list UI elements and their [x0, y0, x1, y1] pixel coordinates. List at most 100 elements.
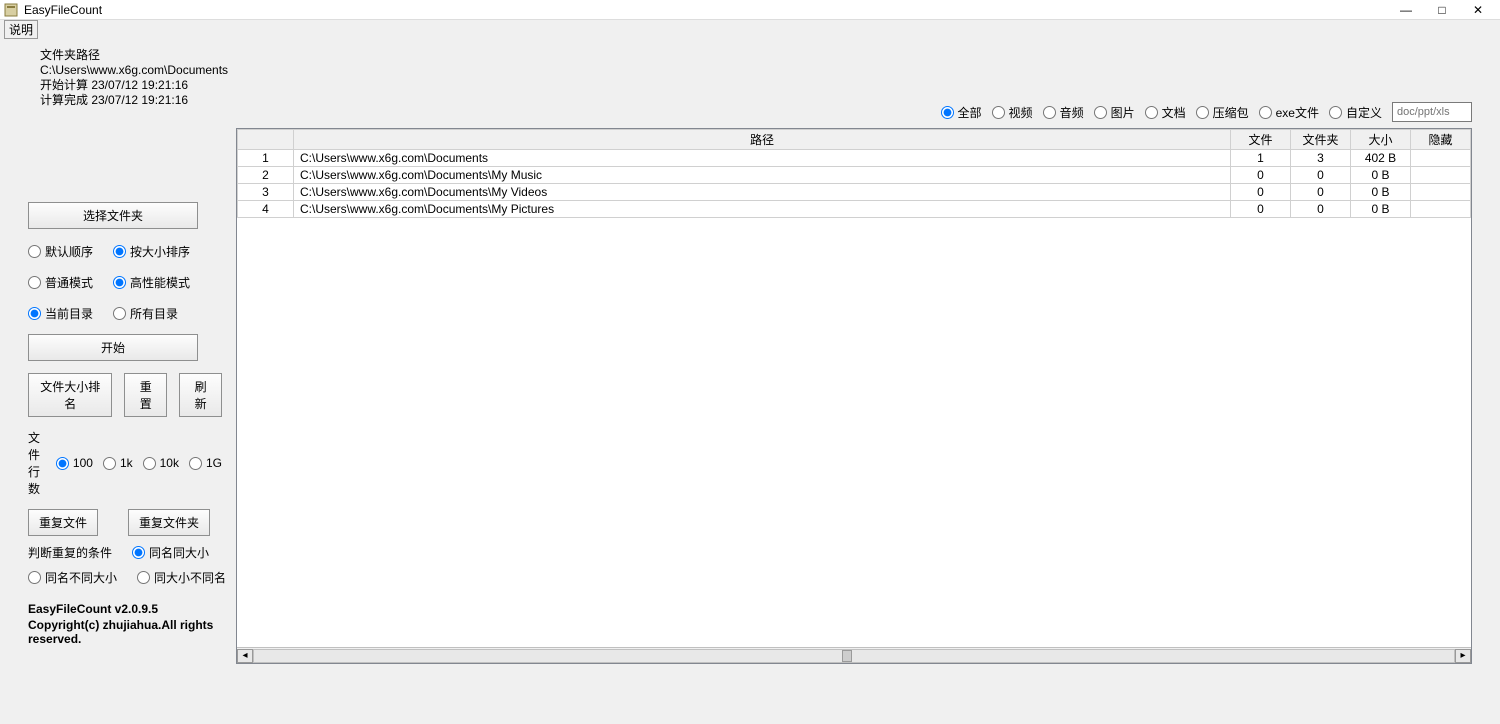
- rows-10k-option[interactable]: 10k: [143, 456, 179, 470]
- cell-hidden: [1411, 167, 1471, 184]
- filter-video-label: 视频: [1009, 104, 1033, 121]
- copyright-label: Copyright(c) zhujiahua.All rights reserv…: [28, 618, 222, 646]
- cell-folders: 0: [1291, 184, 1351, 201]
- cell-path: C:\Users\www.x6g.com\Documents\My Music: [294, 167, 1231, 184]
- dir-all-option[interactable]: 所有目录: [113, 305, 178, 322]
- cell-path: C:\Users\www.x6g.com\Documents\My Pictur…: [294, 201, 1231, 218]
- scroll-right-arrow[interactable]: ▸: [1455, 649, 1471, 663]
- filter-bar: 全部 视频 音频 图片 文档 压缩包 exe文件 自定义: [236, 98, 1472, 128]
- col-folders[interactable]: 文件夹: [1291, 130, 1351, 150]
- dir-current-option[interactable]: 当前目录: [28, 305, 93, 322]
- filter-video-option[interactable]: 视频: [992, 104, 1033, 121]
- start-button[interactable]: 开始: [28, 334, 198, 361]
- col-idx[interactable]: [238, 130, 294, 150]
- cell-path: C:\Users\www.x6g.com\Documents: [294, 150, 1231, 167]
- cell-size: 0 B: [1351, 167, 1411, 184]
- rows-100-option[interactable]: 100: [56, 456, 93, 470]
- scroll-left-arrow[interactable]: ◂: [237, 649, 253, 663]
- filter-audio-label: 音频: [1060, 104, 1084, 121]
- table-row[interactable]: 3C:\Users\www.x6g.com\Documents\My Video…: [238, 184, 1471, 201]
- table-row[interactable]: 1C:\Users\www.x6g.com\Documents13402 B: [238, 150, 1471, 167]
- filter-exe-label: exe文件: [1276, 104, 1319, 121]
- menu-help[interactable]: 说明: [4, 20, 38, 39]
- sort-size-label: 按大小排序: [130, 243, 190, 260]
- window-title: EasyFileCount: [24, 3, 102, 17]
- cell-hidden: [1411, 150, 1471, 167]
- left-panel: 文件夹路径 C:\Users\www.x6g.com\Documents 开始计…: [0, 38, 230, 724]
- rows-1g-option[interactable]: 1G: [189, 456, 222, 470]
- dup-folders-button[interactable]: 重复文件夹: [128, 509, 210, 536]
- horizontal-scrollbar[interactable]: ◂ ▸: [237, 647, 1471, 663]
- cell-files: 1: [1231, 150, 1291, 167]
- refresh-button[interactable]: 刷新: [179, 373, 222, 417]
- mode-normal-option[interactable]: 普通模式: [28, 274, 93, 291]
- right-panel: 全部 视频 音频 图片 文档 压缩包 exe文件 自定义 路径 文件: [230, 38, 1500, 724]
- info-end: 计算完成 23/07/12 19:21:16: [40, 93, 222, 108]
- table-row[interactable]: 2C:\Users\www.x6g.com\Documents\My Music…: [238, 167, 1471, 184]
- filter-custom-label: 自定义: [1346, 104, 1382, 121]
- cell-files: 0: [1231, 167, 1291, 184]
- rows-label: 文件行数: [28, 429, 46, 497]
- table-empty-area: [237, 218, 1471, 647]
- cell-size: 0 B: [1351, 184, 1411, 201]
- mode-high-option[interactable]: 高性能模式: [113, 274, 190, 291]
- filter-custom-option[interactable]: 自定义: [1329, 104, 1382, 121]
- minimize-button[interactable]: —: [1388, 3, 1424, 17]
- table-header-row: 路径 文件 文件夹 大小 隐藏: [238, 130, 1471, 150]
- col-size[interactable]: 大小: [1351, 130, 1411, 150]
- dup-same-name-size-option[interactable]: 同名同大小: [132, 544, 209, 561]
- filter-archive-label: 压缩包: [1213, 104, 1249, 121]
- col-files[interactable]: 文件: [1231, 130, 1291, 150]
- cell-size: 402 B: [1351, 150, 1411, 167]
- info-start: 开始计算 23/07/12 19:21:16: [40, 78, 222, 93]
- cell-files: 0: [1231, 184, 1291, 201]
- mode-normal-label: 普通模式: [45, 274, 93, 291]
- cell-folders: 3: [1291, 150, 1351, 167]
- app-icon: [4, 3, 18, 17]
- menu-bar: 说明: [0, 20, 1500, 38]
- choose-folder-button[interactable]: 选择文件夹: [28, 202, 198, 229]
- results-grid: 路径 文件 文件夹 大小 隐藏 1C:\Users\www.x6g.com\Do…: [237, 129, 1471, 218]
- cell-hidden: [1411, 184, 1471, 201]
- col-hidden[interactable]: 隐藏: [1411, 130, 1471, 150]
- maximize-button[interactable]: □: [1424, 3, 1460, 17]
- rows-1k-label: 1k: [120, 456, 133, 470]
- col-path[interactable]: 路径: [294, 130, 1231, 150]
- version-label: EasyFileCount v2.0.9.5: [28, 602, 222, 616]
- cell-idx: 2: [238, 167, 294, 184]
- filter-image-option[interactable]: 图片: [1094, 104, 1135, 121]
- reset-button[interactable]: 重置: [124, 373, 167, 417]
- file-size-rank-button[interactable]: 文件大小排名: [28, 373, 112, 417]
- filter-doc-label: 文档: [1162, 104, 1186, 121]
- filter-all-label: 全部: [958, 104, 982, 121]
- rows-1g-label: 1G: [206, 456, 222, 470]
- cell-idx: 1: [238, 150, 294, 167]
- filter-all-option[interactable]: 全部: [941, 104, 982, 121]
- cell-files: 0: [1231, 201, 1291, 218]
- table-row[interactable]: 4C:\Users\www.x6g.com\Documents\My Pictu…: [238, 201, 1471, 218]
- dir-current-label: 当前目录: [45, 305, 93, 322]
- title-bar: EasyFileCount — □ ✕: [0, 0, 1500, 20]
- rows-1k-option[interactable]: 1k: [103, 456, 133, 470]
- filter-archive-option[interactable]: 压缩包: [1196, 104, 1249, 121]
- cell-idx: 3: [238, 184, 294, 201]
- dup-files-button[interactable]: 重复文件: [28, 509, 98, 536]
- dup-same-name-diff-size-option[interactable]: 同名不同大小: [28, 569, 117, 586]
- sort-size-option[interactable]: 按大小排序: [113, 243, 190, 260]
- scroll-thumb[interactable]: [842, 650, 852, 662]
- results-table: 路径 文件 文件夹 大小 隐藏 1C:\Users\www.x6g.com\Do…: [236, 128, 1472, 664]
- filter-doc-option[interactable]: 文档: [1145, 104, 1186, 121]
- rows-100-label: 100: [73, 456, 93, 470]
- filter-audio-option[interactable]: 音频: [1043, 104, 1084, 121]
- filter-custom-input[interactable]: [1392, 102, 1472, 122]
- dup-same-size-diff-name-option[interactable]: 同大小不同名: [137, 569, 226, 586]
- sort-default-option[interactable]: 默认顺序: [28, 243, 93, 260]
- cell-idx: 4: [238, 201, 294, 218]
- mode-high-label: 高性能模式: [130, 274, 190, 291]
- dup-same-name-diff-size-label: 同名不同大小: [45, 569, 117, 586]
- filter-exe-option[interactable]: exe文件: [1259, 104, 1319, 121]
- scroll-track[interactable]: [253, 649, 1455, 663]
- close-button[interactable]: ✕: [1460, 3, 1496, 17]
- cell-hidden: [1411, 201, 1471, 218]
- cell-path: C:\Users\www.x6g.com\Documents\My Videos: [294, 184, 1231, 201]
